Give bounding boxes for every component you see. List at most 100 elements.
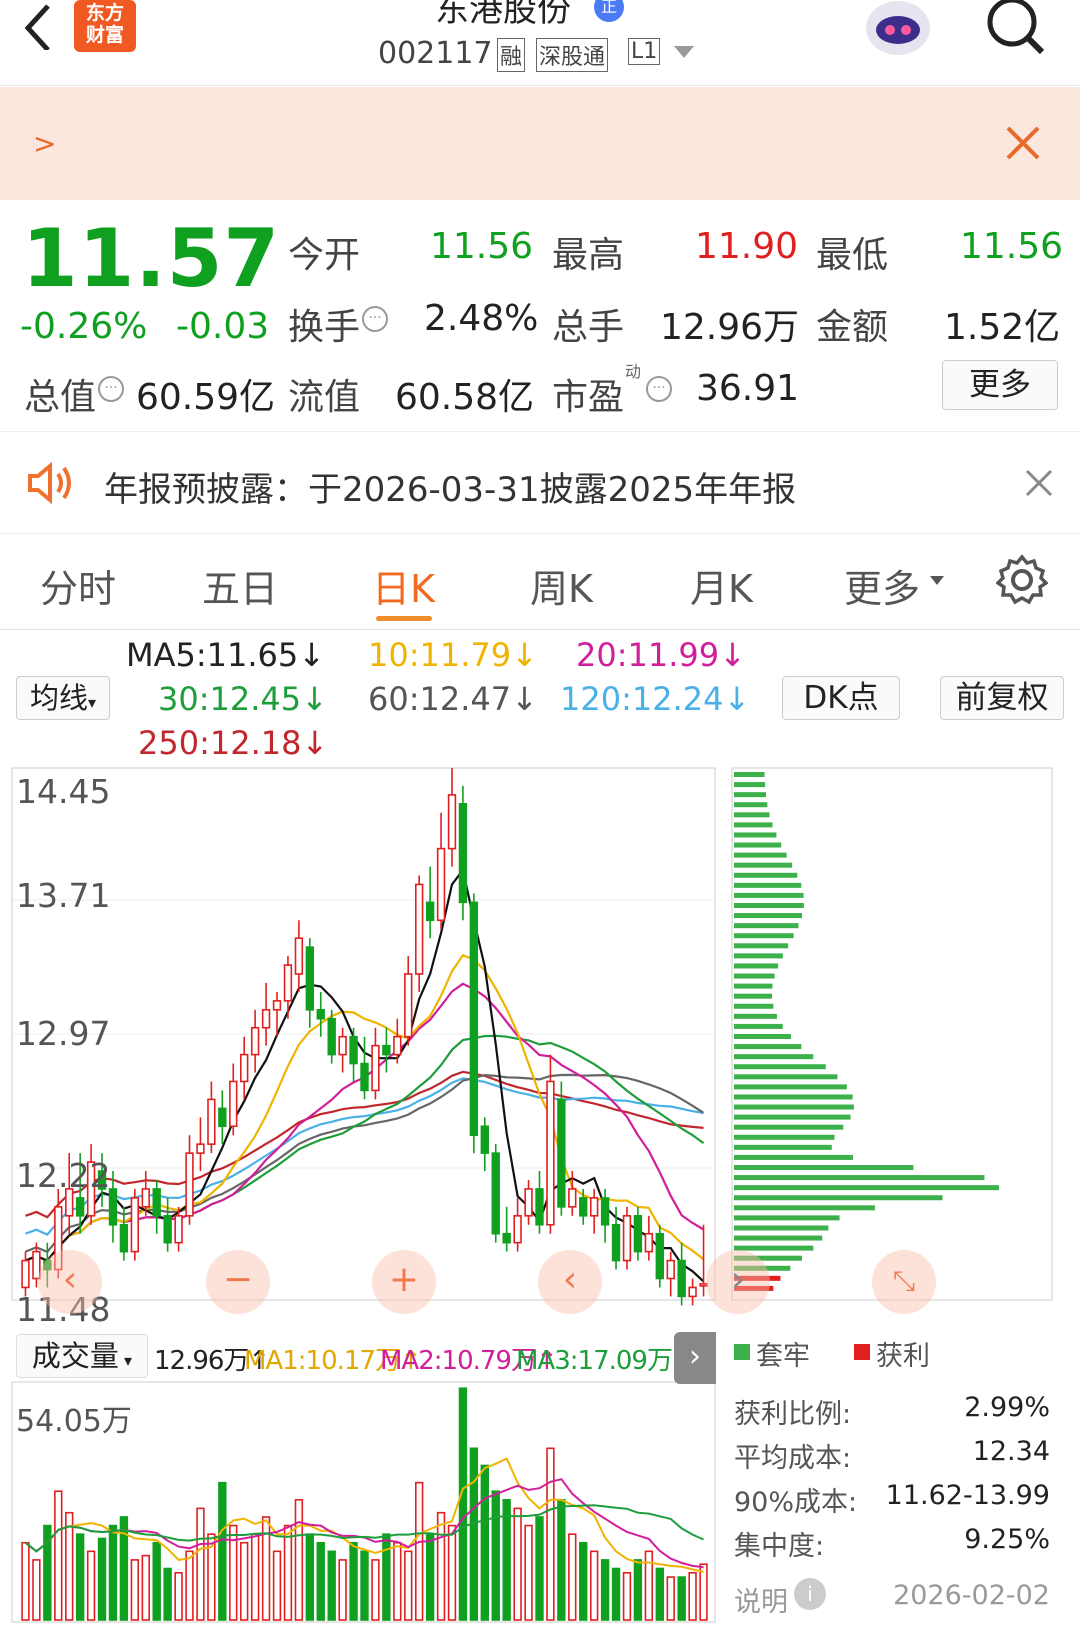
volume-bar bbox=[316, 1541, 325, 1621]
volume-bar bbox=[141, 1554, 150, 1621]
info-icon[interactable]: ··· bbox=[98, 376, 124, 402]
close-icon[interactable] bbox=[1005, 125, 1041, 161]
tag-connect: 深股通 bbox=[536, 38, 609, 72]
y-tick-top: 14.45 bbox=[16, 772, 111, 811]
candle bbox=[633, 1206, 643, 1261]
chip-bar-trap bbox=[734, 1044, 802, 1050]
candle bbox=[393, 1018, 402, 1064]
expand-panel-button[interactable]: › bbox=[674, 1332, 716, 1384]
chip-stat-label: 获利比例: bbox=[734, 1399, 852, 1430]
chip-bar-trap bbox=[734, 1134, 835, 1140]
chip-bar-trap bbox=[734, 963, 779, 969]
turnover-label: 换手 bbox=[288, 307, 361, 348]
chip-bar-trap bbox=[734, 993, 772, 999]
candle-body bbox=[21, 1259, 30, 1289]
candle-body bbox=[546, 1080, 555, 1226]
search-icon[interactable] bbox=[984, 0, 1048, 56]
volume-label: 成交量 bbox=[31, 1339, 119, 1373]
volume-bar bbox=[382, 1533, 391, 1621]
next-button[interactable]: › bbox=[706, 1250, 770, 1314]
chip-note-label[interactable]: 说明 bbox=[734, 1580, 788, 1619]
y-tick-4: 12.22 bbox=[16, 1156, 111, 1195]
candle-body bbox=[250, 1026, 260, 1056]
chip-bar-trap bbox=[734, 1144, 832, 1150]
volume-indicator-dropdown[interactable]: 成交量 ▾ bbox=[16, 1334, 148, 1378]
info-icon[interactable]: ··· bbox=[646, 376, 672, 402]
volume-ma3: MA3:17.09万↓ bbox=[516, 1346, 694, 1376]
candle-body bbox=[393, 1035, 402, 1056]
high-label: 最高 bbox=[552, 235, 625, 276]
candle-body bbox=[425, 901, 435, 922]
candle-body bbox=[535, 1188, 544, 1226]
gear-icon[interactable] bbox=[995, 554, 1049, 606]
logo-text-2: 财富 bbox=[85, 24, 124, 46]
close-icon[interactable] bbox=[1024, 468, 1054, 498]
nav-left-button[interactable]: ‹ bbox=[38, 1250, 102, 1314]
chip-bar-trap bbox=[734, 973, 775, 979]
chip-bar-trap bbox=[734, 1185, 999, 1191]
change-amount: -0.03 bbox=[176, 306, 270, 347]
robot-assistant-icon[interactable] bbox=[862, 0, 934, 60]
adjust-button[interactable]: 前复权 bbox=[940, 676, 1064, 720]
chip-bar-trap bbox=[734, 1104, 854, 1110]
avg-line-dropdown[interactable]: 均线▾ bbox=[16, 676, 110, 720]
tab-weekly-k[interactable]: 周K bbox=[530, 558, 593, 613]
candle bbox=[644, 1215, 654, 1261]
app-logo[interactable]: 东方 财富 bbox=[74, 0, 136, 52]
tab-intraday[interactable]: 分时 bbox=[40, 558, 116, 613]
ma60-value: 60:12.47↓ bbox=[368, 680, 538, 718]
candle bbox=[371, 1027, 380, 1100]
ma20-value: 20:11.99↓ bbox=[576, 636, 746, 674]
more-button[interactable]: 更多 bbox=[942, 360, 1058, 410]
dk-point-button[interactable]: DK点 bbox=[782, 676, 900, 720]
volume-bar bbox=[97, 1537, 107, 1621]
volume-bar bbox=[196, 1507, 205, 1621]
volume-bar bbox=[250, 1533, 260, 1621]
volume-bar bbox=[349, 1541, 358, 1621]
zoom-out-button[interactable]: − bbox=[206, 1250, 270, 1314]
candle-body bbox=[502, 1232, 511, 1244]
tab-five-day[interactable]: 五日 bbox=[202, 558, 278, 613]
open-value: 11.56 bbox=[430, 226, 534, 267]
expand-icon[interactable]: ⤡ bbox=[872, 1250, 936, 1314]
candle bbox=[524, 1179, 533, 1225]
dropdown-arrow-icon: ▾ bbox=[118, 1351, 133, 1370]
active-tab-underline bbox=[376, 616, 432, 621]
chip-bar-trap bbox=[734, 1013, 777, 1019]
code-dropdown-icon[interactable] bbox=[674, 46, 694, 58]
candle-body bbox=[218, 1107, 227, 1128]
info-icon[interactable]: i bbox=[794, 1578, 826, 1610]
chip-stat-label: 90%成本: bbox=[734, 1487, 858, 1518]
chip-bar-trap bbox=[734, 1084, 847, 1090]
volume-bar bbox=[666, 1576, 675, 1621]
y-tick-2: 13.71 bbox=[16, 876, 111, 915]
volume-bar bbox=[622, 1571, 632, 1621]
back-icon[interactable] bbox=[18, 4, 58, 52]
chip-bar-trap bbox=[734, 1195, 943, 1201]
promo-banner[interactable]: > bbox=[0, 87, 1080, 200]
volume-bar bbox=[360, 1550, 369, 1621]
zoom-in-button[interactable]: + bbox=[372, 1250, 436, 1314]
tab-daily-k[interactable]: 日K bbox=[372, 558, 435, 613]
volume-bar bbox=[32, 1559, 41, 1621]
candle bbox=[469, 893, 479, 1154]
trap-legend-swatch bbox=[734, 1344, 750, 1360]
candle-body bbox=[622, 1215, 632, 1262]
prev-button[interactable]: ‹ bbox=[538, 1250, 602, 1314]
tab-more[interactable]: 更多 bbox=[844, 558, 920, 613]
notice-bar[interactable]: 年报预披露：于2026-03-31披露2025年年报 bbox=[0, 436, 1080, 534]
volume-bar bbox=[491, 1490, 500, 1621]
chip-bar-trap bbox=[734, 913, 803, 919]
volume-bar bbox=[458, 1387, 468, 1621]
chip-stat-value: 11.62-13.99 bbox=[885, 1480, 1050, 1511]
info-icon[interactable]: ··· bbox=[362, 306, 388, 332]
candle bbox=[294, 920, 304, 992]
tab-monthly-k[interactable]: 月K bbox=[690, 558, 753, 613]
candle-body bbox=[119, 1223, 129, 1253]
volume-bar bbox=[185, 1550, 194, 1621]
candle bbox=[240, 1036, 249, 1100]
volume-bar bbox=[655, 1567, 664, 1621]
candle bbox=[622, 1206, 632, 1270]
volume-bar bbox=[546, 1447, 555, 1621]
chip-bar-trap bbox=[734, 953, 783, 959]
